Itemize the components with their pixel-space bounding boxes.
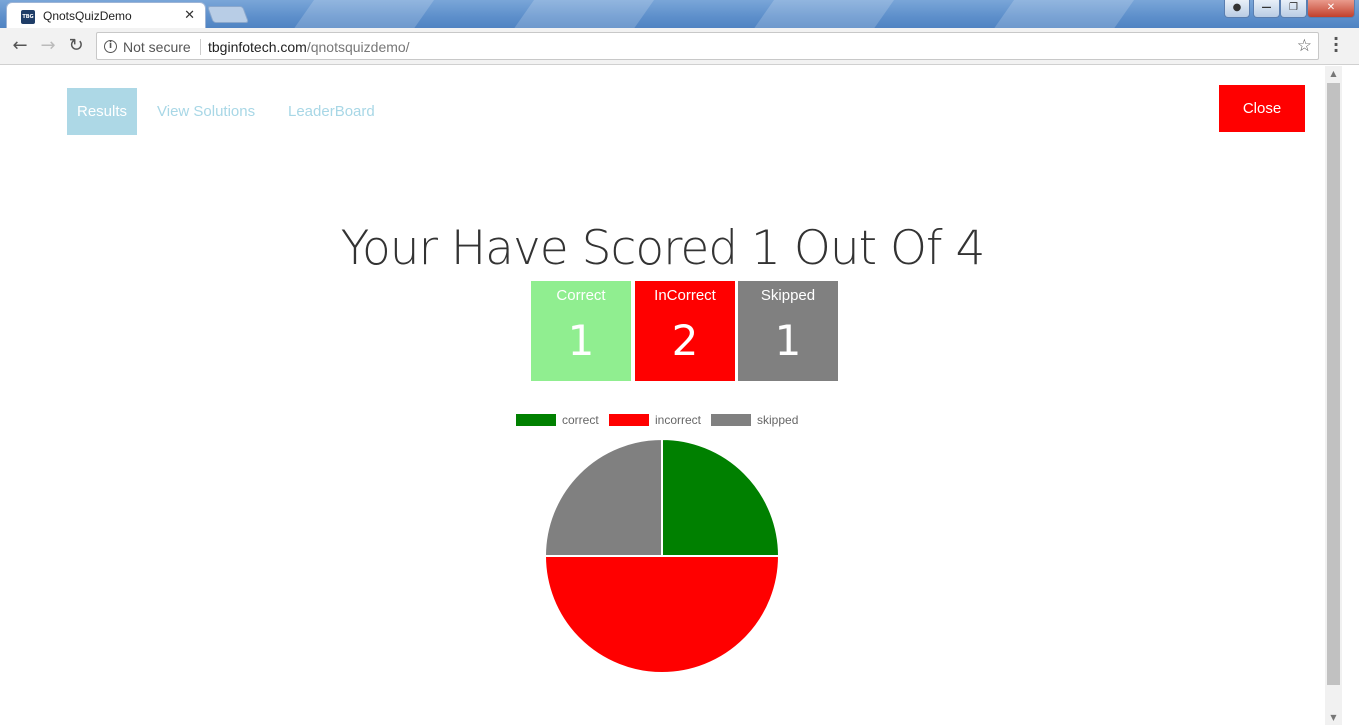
stat-value: 2 <box>671 316 699 365</box>
titlebar-decoration <box>738 0 902 28</box>
titlebar-decoration <box>978 0 1142 28</box>
browser-tab[interactable]: TBG QnotsQuizDemo ✕ <box>6 2 206 28</box>
page-viewport: Results View Solutions LeaderBoard Close… <box>0 66 1325 725</box>
legend-label: skipped <box>757 413 799 427</box>
address-bar[interactable]: i Not secure tbginfotech.com/qnotsquizde… <box>96 32 1319 60</box>
chart-legend: correct incorrect skipped <box>0 413 1325 427</box>
forward-arrow-icon[interactable]: → <box>37 35 59 57</box>
site-favicon-icon: TBG <box>21 10 35 24</box>
titlebar-decoration <box>278 0 442 28</box>
stat-correct: Correct 1 <box>531 281 631 381</box>
stat-value: 1 <box>774 316 802 365</box>
stat-label: InCorrect <box>654 287 716 304</box>
pie-slice-skipped[interactable] <box>543 437 663 557</box>
new-tab-button[interactable] <box>206 6 250 23</box>
tab-title: QnotsQuizDemo <box>43 9 132 23</box>
bookmark-star-icon[interactable]: ☆ <box>1297 36 1312 56</box>
back-arrow-icon[interactable]: ← <box>9 35 31 57</box>
tab-results[interactable]: Results <box>67 88 137 135</box>
stat-value: 1 <box>567 316 595 365</box>
titlebar-decoration <box>498 0 662 28</box>
scroll-down-icon[interactable]: ▼ <box>1325 710 1342 725</box>
close-button[interactable]: Close <box>1219 85 1305 132</box>
url-text[interactable]: tbginfotech.com/qnotsquizdemo/ <box>208 39 410 55</box>
url-host: tbginfotech.com <box>208 39 307 55</box>
score-title: Your Have Scored 1 Out Of 4 <box>340 221 986 276</box>
browser-menu-icon[interactable]: · · · <box>1329 31 1343 59</box>
results-pie-chart <box>543 437 781 674</box>
pie-slice-correct[interactable] <box>661 437 781 557</box>
window-titlebar: TBG QnotsQuizDemo ✕ ● — ❐ ✕ <box>0 0 1359 28</box>
info-icon[interactable]: i <box>104 40 117 53</box>
stat-incorrect: InCorrect 2 <box>635 281 735 381</box>
tab-close-icon[interactable]: ✕ <box>184 8 195 23</box>
page-scrollbar[interactable]: ▲ ▼ <box>1325 66 1342 725</box>
pie-slice-incorrect[interactable] <box>543 555 781 674</box>
legend-swatch <box>609 414 649 426</box>
browser-toolbar: ← → ↻ i Not secure tbginfotech.com/qnots… <box>0 28 1359 65</box>
scroll-up-icon[interactable]: ▲ <box>1325 66 1342 81</box>
address-divider <box>200 39 201 55</box>
legend-swatch <box>516 414 556 426</box>
stat-label: Skipped <box>760 287 816 304</box>
legend-label: correct <box>562 413 599 427</box>
window-close-button[interactable]: ✕ <box>1307 0 1355 18</box>
restore-button[interactable]: ❐ <box>1280 0 1307 18</box>
tab-view-solutions[interactable]: View Solutions <box>147 88 265 135</box>
user-profile-button[interactable]: ● <box>1224 0 1250 18</box>
legend-swatch <box>711 414 751 426</box>
stat-skipped: Skipped 1 <box>738 281 838 381</box>
reload-icon[interactable]: ↻ <box>65 35 87 57</box>
security-status[interactable]: Not secure <box>123 39 191 55</box>
minimize-button[interactable]: — <box>1253 0 1280 18</box>
stat-label: Correct <box>556 287 606 304</box>
legend-label: incorrect <box>655 413 702 427</box>
scrollbar-thumb[interactable] <box>1327 83 1340 685</box>
tab-leaderboard[interactable]: LeaderBoard <box>278 88 385 135</box>
url-path: /qnotsquizdemo/ <box>306 39 410 55</box>
